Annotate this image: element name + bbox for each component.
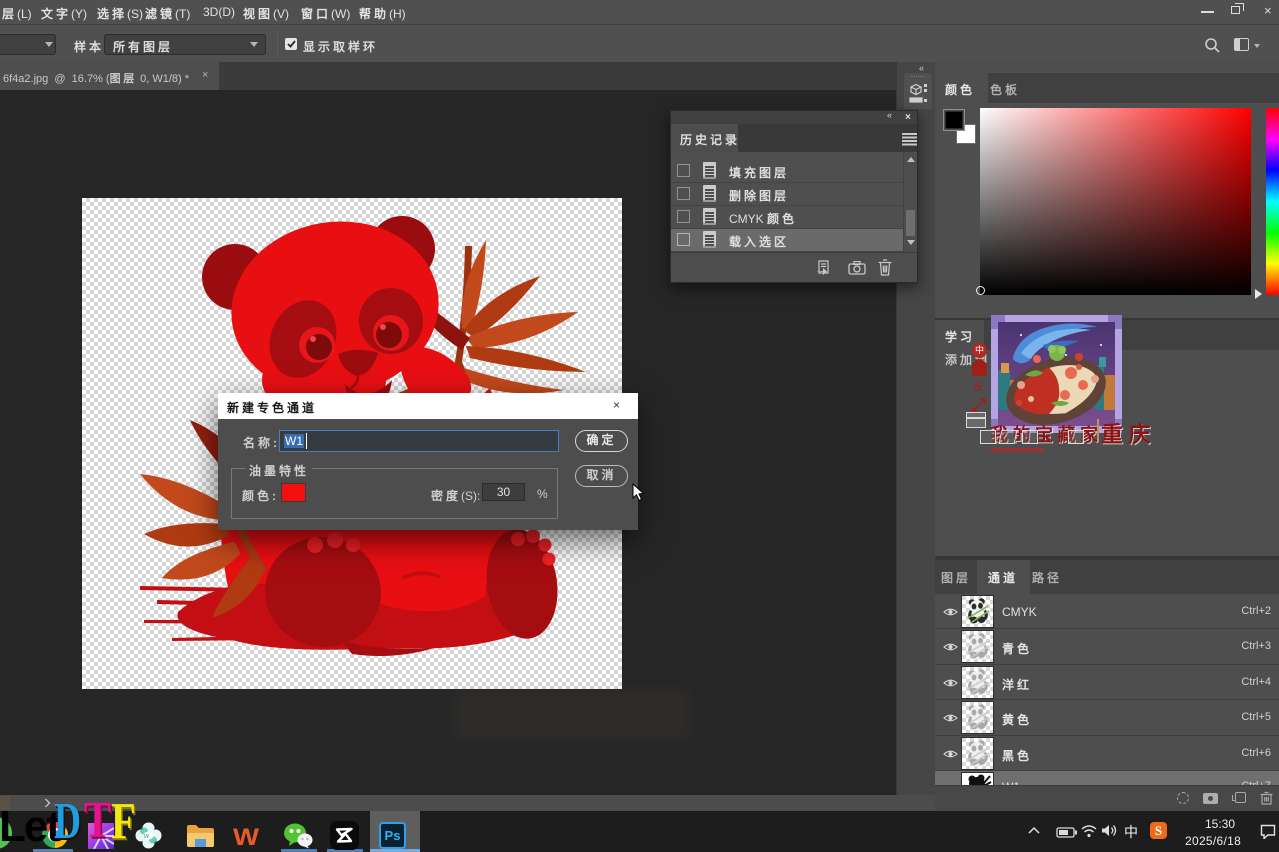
svg-text:W: W — [233, 825, 260, 848]
